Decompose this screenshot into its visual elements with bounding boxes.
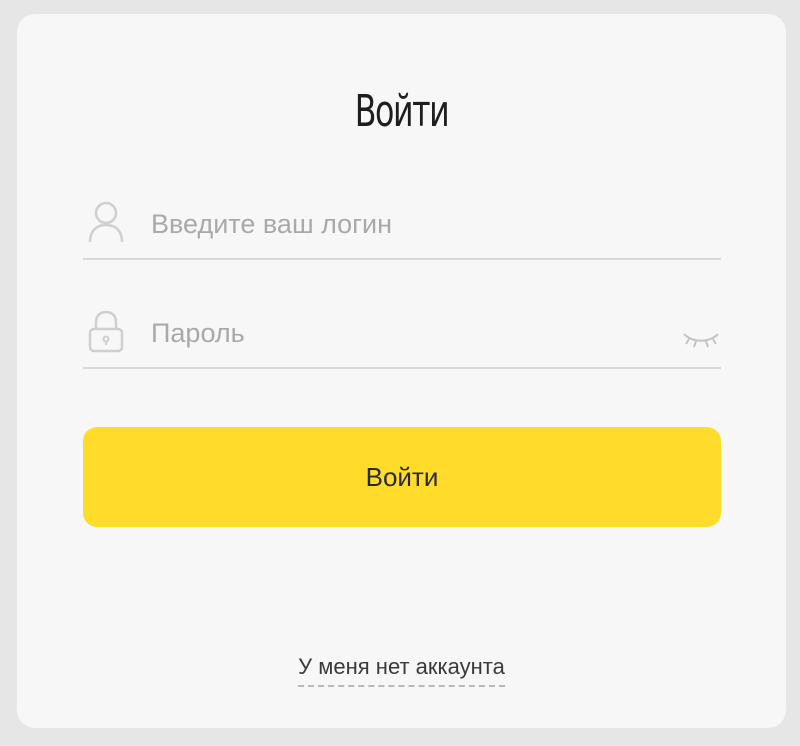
password-input[interactable] (151, 311, 651, 355)
login-card: Войти Введите ваш логин Войти У меня нет… (17, 14, 786, 728)
lock-icon (87, 309, 125, 353)
no-account-link[interactable]: У меня нет аккаунта (298, 654, 505, 687)
page-title: Войти (354, 86, 450, 137)
login-field (83, 192, 721, 260)
password-field (83, 301, 721, 369)
eye-closed-icon[interactable] (681, 329, 721, 349)
login-input[interactable] (151, 202, 651, 246)
no-account-wrapper: У меня нет аккаунта (17, 654, 786, 687)
login-button[interactable]: Войти (83, 427, 721, 527)
user-icon (87, 200, 125, 244)
